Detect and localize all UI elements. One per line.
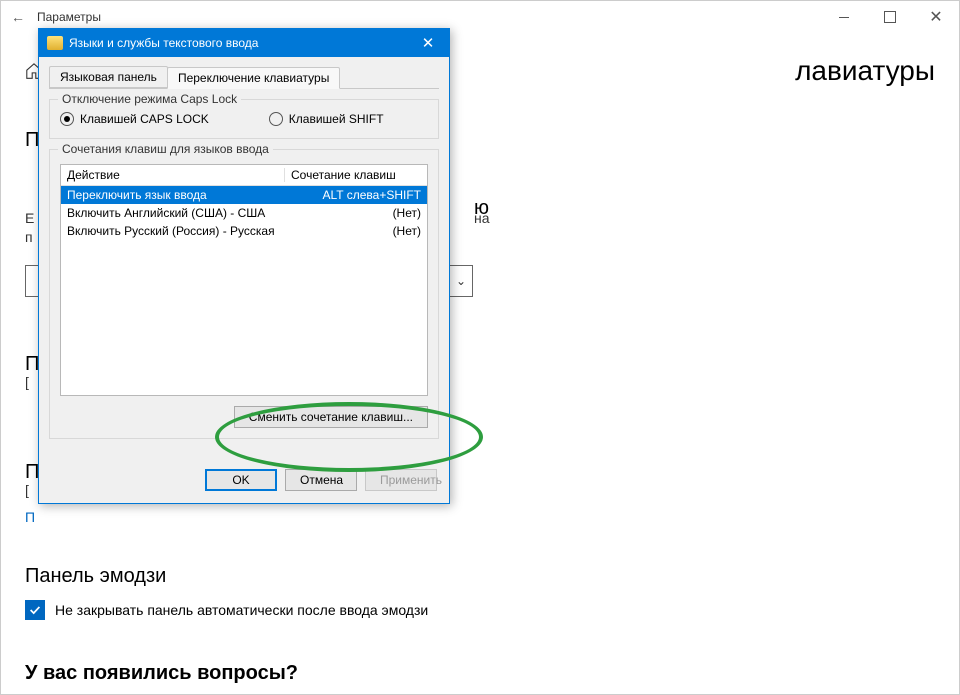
list-row[interactable]: Переключить язык ввода ALT слева+SHIFT (61, 186, 427, 204)
close-button[interactable]: ✕ (913, 1, 959, 33)
dialog-titlebar[interactable]: Языки и службы текстового ввода ✕ (39, 29, 449, 57)
radio-shift[interactable]: Клавишей SHIFT (269, 112, 384, 126)
chevron-down-icon: ⌄ (456, 274, 466, 288)
tab-language-bar[interactable]: Языковая панель (49, 66, 168, 88)
link-letter[interactable]: П (25, 509, 35, 525)
radio-shift-label: Клавишей SHIFT (289, 112, 384, 126)
questions-heading: У вас появились вопросы? (25, 662, 935, 685)
emoji-heading: Панель эмодзи (25, 565, 935, 588)
row-combo: ALT слева+SHIFT (285, 188, 427, 202)
list-row[interactable]: Включить Русский (Россия) - Русская (Нет… (61, 222, 427, 240)
row-combo: (Нет) (285, 224, 427, 238)
emoji-checkbox-row[interactable]: Не закрывать панель автоматически после … (25, 600, 935, 620)
dialog-body: Языковая панель Переключение клавиатуры … (39, 57, 449, 459)
capslock-legend: Отключение режима Caps Lock (58, 92, 241, 106)
row-combo: (Нет) (285, 206, 427, 220)
tab-keyboard-switch[interactable]: Переключение клавиатуры (167, 67, 340, 89)
hotkeys-legend: Сочетания клавиш для языков ввода (58, 142, 273, 156)
text-services-dialog: Языки и службы текстового ввода ✕ Языков… (38, 28, 450, 504)
tab-strip: Языковая панель Переключение клавиатуры (49, 65, 439, 89)
dialog-footer: OK Отмена Применить (39, 459, 449, 503)
col-combo[interactable]: Сочетание клавиш (285, 168, 427, 182)
keyboard-icon (47, 36, 63, 50)
body-tail: на (474, 209, 490, 229)
radio-dot-icon (269, 112, 283, 126)
hotkeys-listbox[interactable]: Действие Сочетание клавиш Переключить яз… (60, 164, 428, 396)
back-arrow-icon[interactable]: ← (9, 9, 27, 25)
dialog-title: Языки и службы текстового ввода (69, 36, 258, 50)
row-action: Включить Русский (Россия) - Русская (61, 224, 285, 238)
list-row[interactable]: Включить Английский (США) - США (Нет) (61, 204, 427, 222)
radio-capslock[interactable]: Клавишей CAPS LOCK (60, 112, 209, 126)
body-letter-e: Е (25, 209, 34, 229)
emoji-checkbox-label: Не закрывать панель автоматически после … (55, 602, 428, 618)
radio-dot-icon (60, 112, 74, 126)
bracket2: [ (25, 481, 29, 501)
list-header: Действие Сочетание клавиш (61, 165, 427, 186)
maximize-button[interactable] (867, 1, 913, 33)
bracket1: [ (25, 373, 29, 393)
apply-button[interactable]: Применить (365, 469, 437, 491)
dialog-close-icon[interactable]: ✕ (415, 34, 441, 52)
col-action[interactable]: Действие (61, 168, 285, 182)
minimize-button[interactable] (821, 1, 867, 33)
page-heading-partial: лавиатуры (795, 55, 935, 87)
row-action: Включить Английский (США) - США (61, 206, 285, 220)
radio-capslock-label: Клавишей CAPS LOCK (80, 112, 209, 126)
settings-title: Параметры (37, 10, 101, 24)
ok-button[interactable]: OK (205, 469, 277, 491)
body-letter-p: п (25, 228, 33, 248)
emoji-checkbox[interactable] (25, 600, 45, 620)
change-hotkey-button[interactable]: Сменить сочетание клавиш... (234, 406, 428, 428)
window-controls: ✕ (821, 1, 959, 33)
hotkeys-groupbox: Сочетания клавиш для языков ввода Действ… (49, 149, 439, 439)
row-action: Переключить язык ввода (61, 188, 285, 202)
cancel-button[interactable]: Отмена (285, 469, 357, 491)
capslock-groupbox: Отключение режима Caps Lock Клавишей CAP… (49, 99, 439, 139)
